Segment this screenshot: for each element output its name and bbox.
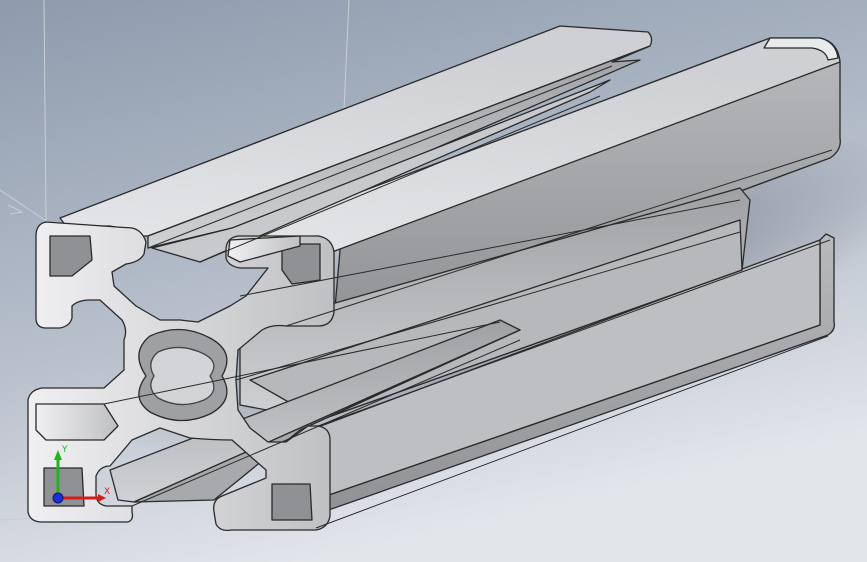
z-axis-origin xyxy=(52,492,64,504)
lower-slot-left-lip xyxy=(35,403,119,441)
lower-left-pocket xyxy=(43,467,85,507)
center-bore-inner xyxy=(150,346,215,406)
x-axis-label: X xyxy=(104,487,110,497)
y-axis-label: Y xyxy=(61,445,68,455)
lower-right-pocket xyxy=(271,483,313,521)
graphics-viewport[interactable]: X Y xyxy=(0,0,867,562)
upper-right-pocket xyxy=(281,243,321,285)
model-canvas[interactable]: X Y xyxy=(0,0,867,562)
